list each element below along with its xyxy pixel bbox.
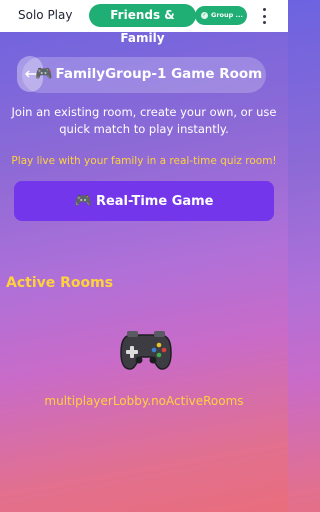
top-tab-bar: Solo Play Friends & Family ✓ Group ... <box>0 0 288 45</box>
tagline: Play live with your family in a real-tim… <box>11 155 277 167</box>
game-controller-icon: 🎮 <box>35 66 53 82</box>
game-controller-icon: 🎮 <box>74 193 92 209</box>
no-active-rooms-message: multiplayerLobby.noActiveRooms <box>44 394 244 408</box>
room-title-text: FamilyGroup-1 Game Room <box>55 66 263 82</box>
real-time-game-label: Real-Time Game <box>95 194 214 209</box>
check-circle-icon: ✓ <box>201 12 208 19</box>
group-chip-label: Group ... <box>211 11 243 19</box>
room-title: 🎮 FamilyGroup-1 Game Room <box>35 66 275 82</box>
group-selector-chip[interactable]: ✓ Group ... <box>195 6 247 25</box>
real-time-game-button[interactable]: 🎮 Real-Time Game <box>14 181 274 221</box>
active-rooms-heading: Active Rooms <box>6 275 114 291</box>
game-controller-icon <box>120 331 172 370</box>
room-description: Join an existing room, create your own, … <box>11 105 277 136</box>
tab-solo-play[interactable]: Solo Play <box>18 8 72 22</box>
tab-friends-family[interactable]: Friends & Family <box>89 4 196 45</box>
more-vert-icon[interactable] <box>254 6 274 26</box>
